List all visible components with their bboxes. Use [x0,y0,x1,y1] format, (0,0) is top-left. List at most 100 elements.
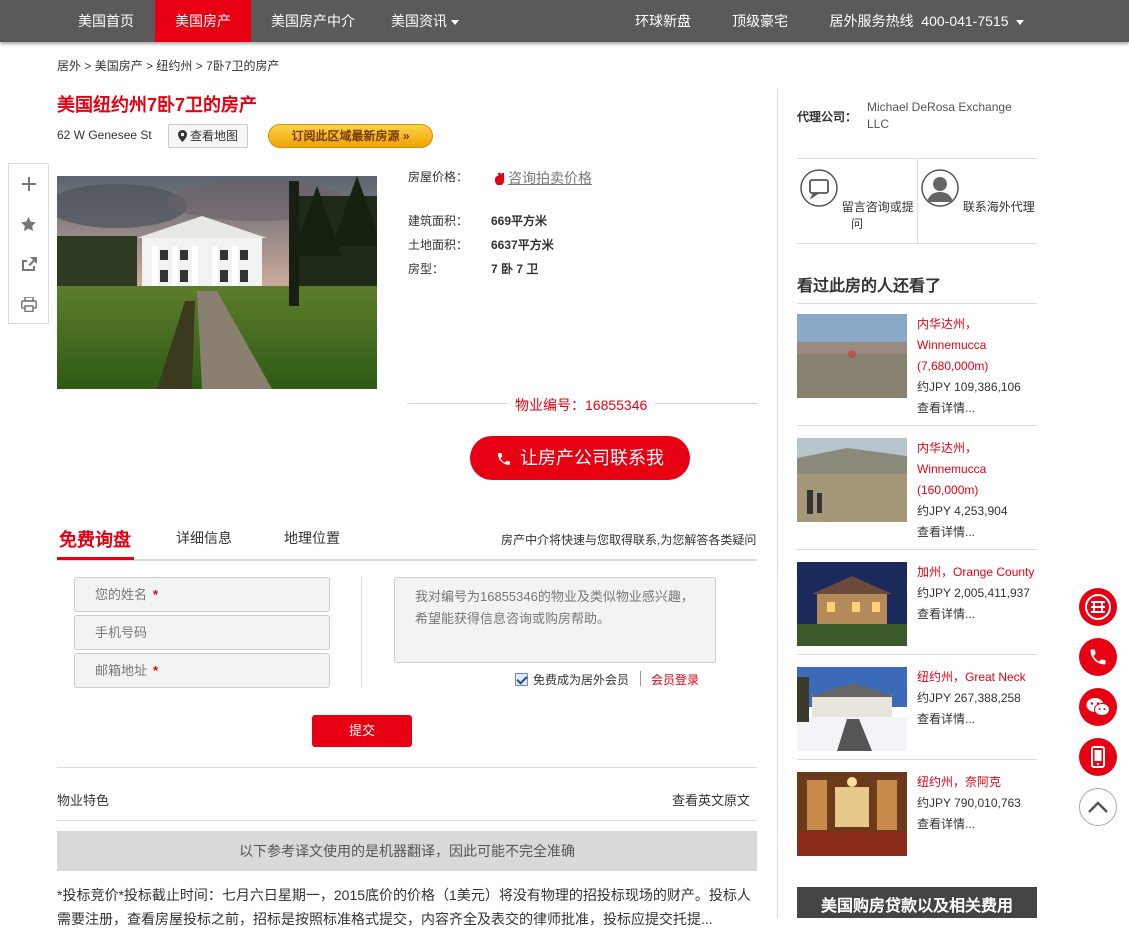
card-text: 内华达州，Winnemucca (160,000m) 约JPY 4,253,90… [917,438,1039,543]
card-more-link[interactable]: 查看详情... [917,709,1039,730]
nav-us-news[interactable]: 美国资讯 [375,0,475,42]
tab-free-inquiry[interactable]: 免费询盘 [59,526,131,552]
card-thumbnail [797,562,907,646]
view-map-button[interactable]: 查看地图 [168,124,248,148]
printer-icon [20,296,37,312]
phone-float-button[interactable] [1079,638,1117,676]
card-text: 纽约州，Great Neck 约JPY 267,388,258 查看详情... [917,667,1039,730]
loan-info-banner[interactable]: 美国购房贷款以及相关费用 [797,887,1037,918]
nav-home[interactable]: 美国首页 [57,0,155,42]
contact-me-button[interactable]: 让房产公司联系我 [470,436,690,480]
message-textarea[interactable]: 我对编号为16855346的物业及类似物业感兴趣，希望能获得信息咨询或购房帮助。 [394,577,716,663]
divider [57,767,757,768]
card-more-link[interactable]: 查看详情... [917,522,1039,543]
money-bag-icon [494,172,510,186]
card-price: 约JPY 109,386,106 [917,380,1021,394]
page-title: 美国纽约州7卧7卫的房产 [57,95,258,115]
add-button[interactable] [9,164,48,204]
property-photo[interactable] [57,176,377,389]
subscribe-button[interactable]: 订阅此区域最新房源 » [268,124,433,148]
nav-hotline[interactable]: 居外服务热线 400-041-7515 [817,0,1037,42]
price-inquiry-link[interactable]: 咨询拍卖价格 [494,168,592,188]
room-type-label: 房型： [408,262,445,276]
view-original-link[interactable]: 查看英文原文 [672,790,750,809]
chevron-down-icon [1016,19,1025,25]
property-address: 62 W Genesee St [57,128,152,142]
card-more-link[interactable]: 查看详情... [917,814,1039,835]
card-location: 加州，Orange County [917,565,1035,579]
wechat-button[interactable] [1079,688,1117,726]
nav-luxury[interactable]: 顶级豪宅 [716,0,804,42]
agent-actions: 留言咨询或提问 联系海外代理 [797,158,1037,244]
divider [797,654,1037,655]
breadcrumb-separator: > [192,59,207,73]
desert-image [797,314,907,398]
subscribe-label: 订阅此区域最新房源 [291,129,400,143]
card-thumbnail [797,772,907,856]
chevron-down-icon [451,19,459,25]
share-button[interactable] [9,244,48,284]
email-placeholder: 邮箱地址 [95,663,148,678]
submit-button[interactable]: 提交 [312,715,412,747]
also-viewed-card[interactable]: 纽约州，奈阿克 约JPY 790,010,763 查看详情... [797,772,1037,876]
double-chevron-icon: » [402,129,410,143]
card-price: 约JPY 2,005,411,937 [917,586,1030,600]
mobile-phone-icon [1091,746,1105,768]
breadcrumb-separator: > [142,59,157,73]
land-image [797,438,907,522]
land-area-value: 6637平方米 [491,238,554,252]
land-area-label: 土地面积： [408,238,469,252]
breadcrumb-item[interactable]: 居外 [57,59,81,73]
price-inquiry-label: 咨询拍卖价格 [508,170,592,186]
logo-button[interactable] [1079,588,1117,626]
floor-area-value: 669平方米 [491,214,548,228]
card-location: 纽约州，Great Neck [917,670,1026,684]
card-price: 约JPY 790,010,763 [917,796,1021,810]
also-viewed-card[interactable]: 内华达州，Winnemucca (7,680,000m) 约JPY 109,38… [797,314,1037,418]
star-icon [21,217,36,231]
card-text: 纽约州，奈阿克 约JPY 790,010,763 查看详情... [917,772,1039,835]
hotline-label: 居外服务热线 [829,13,914,29]
nav-us-agents[interactable]: 美国房产中介 [251,0,375,42]
breadcrumb: 居外 > 美国房产 > 纽约州 > 7卧7卫的房产 [57,57,279,74]
also-viewed-card[interactable]: 纽约州，Great Neck 约JPY 267,388,258 查看详情... [797,667,1037,771]
card-text: 内华达州，Winnemucca (7,680,000m) 约JPY 109,38… [917,314,1039,419]
card-thumbnail [797,314,907,398]
divider [57,820,757,821]
plus-icon [21,177,36,191]
user-icon [921,169,959,207]
form-divider [361,577,362,687]
features-description: *投标竞价*投标截止时间：七月六日星期一，2015底价的价格（1美元）将没有物理… [57,887,751,927]
card-location: 纽约州，奈阿克 [917,775,1002,789]
consult-button[interactable]: 留言咨询或提问 [797,159,917,244]
breadcrumb-item[interactable]: 美国房产 [95,59,143,73]
features-heading: 物业特色 [57,793,110,808]
also-viewed-card[interactable]: 加州，Orange County 约JPY 2,005,411,937 查看详情… [797,562,1037,666]
back-to-top-button[interactable] [1079,788,1117,826]
wechat-icon [1086,698,1110,716]
tab-location[interactable]: 地理位置 [284,528,340,548]
card-more-link[interactable]: 查看详情... [917,604,1039,625]
breadcrumb-item[interactable]: 纽约州 [156,59,192,73]
mansion-image [797,562,907,646]
chat-icon [800,169,838,207]
nav-us-property[interactable]: 美国房产 [155,0,251,42]
floor-area-label: 建筑面积： [408,214,469,228]
phone-placeholder: 手机号码 [95,625,148,640]
nav-global-new[interactable]: 环球新盘 [620,0,706,42]
contact-agent-button[interactable]: 联系海外代理 [918,159,1038,244]
card-location: 内华达州，Winnemucca (7,680,000m) [917,317,989,373]
favorite-button[interactable] [9,204,48,244]
phone-field[interactable]: 手机号码 [74,615,330,650]
member-login-link[interactable]: 会员登录 [651,671,699,688]
agent-name[interactable]: Michael DeRosa Exchange LLC [867,99,1037,133]
also-viewed-card[interactable]: 内华达州，Winnemucca (160,000m) 约JPY 4,253,90… [797,438,1037,542]
card-more-link[interactable]: 查看详情... [917,398,1039,419]
name-field[interactable]: 您的姓名 * [74,577,330,612]
mobile-app-button[interactable] [1079,738,1117,776]
breadcrumb-current: 7卧7卫的房产 [206,59,280,73]
print-button[interactable] [9,284,48,324]
email-field[interactable]: 邮箱地址 * [74,653,330,688]
member-checkbox[interactable] [515,673,528,686]
tab-details[interactable]: 详细信息 [176,528,232,548]
